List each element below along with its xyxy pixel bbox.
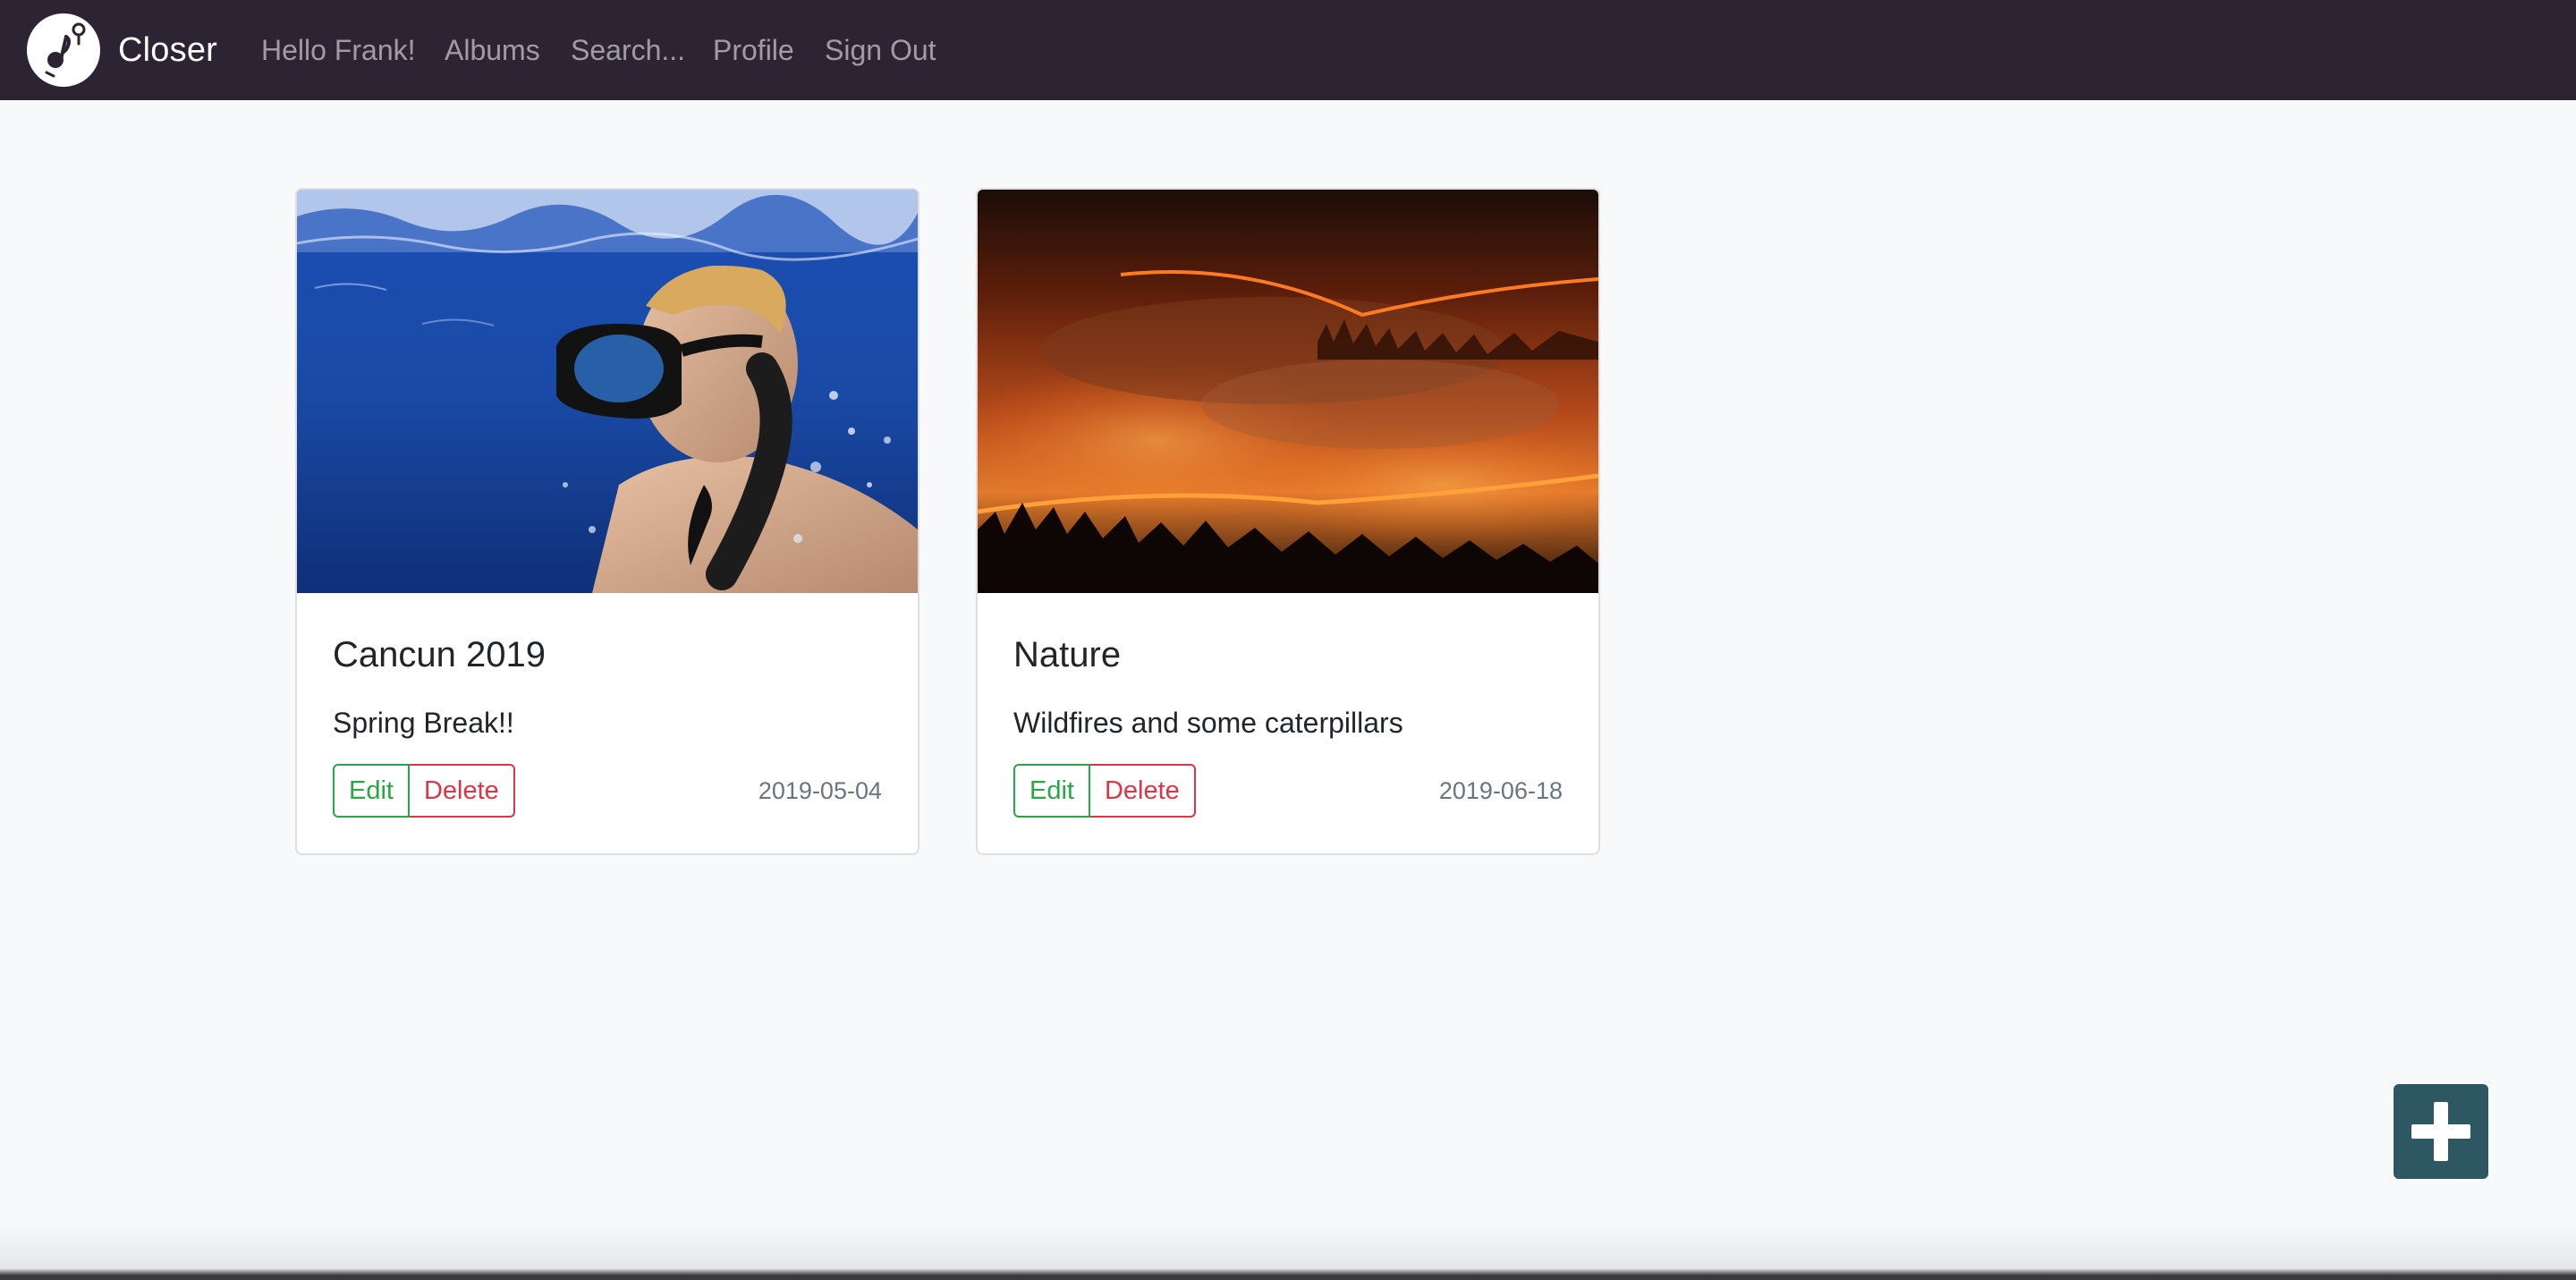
album-description: Wildfires and some caterpillars — [1013, 707, 1403, 739]
nav-link-hello-user[interactable]: Hello Frank! — [261, 29, 416, 72]
delete-album-button[interactable]: Delete — [409, 764, 515, 818]
nav-link-albums[interactable]: Albums — [445, 29, 540, 72]
edit-album-button[interactable]: Edit — [1013, 764, 1090, 818]
delete-album-button[interactable]: Delete — [1089, 764, 1196, 818]
nav-link-search[interactable]: Search... — [571, 29, 685, 72]
album-title: Cancun 2019 — [333, 635, 546, 674]
album-actions: Edit Delete — [1013, 764, 1196, 818]
nav-link-profile[interactable]: Profile — [713, 29, 794, 72]
album-date: 2019-05-04 — [758, 777, 882, 804]
brand-name[interactable]: Closer — [118, 27, 217, 73]
album-description: Spring Break!! — [333, 707, 514, 739]
edit-album-button[interactable]: Edit — [333, 764, 410, 818]
nav-link-sign-out[interactable]: Sign Out — [825, 29, 936, 72]
album-card: Cancun 2019 Spring Break!! Edit Delete 2… — [295, 188, 919, 855]
album-date: 2019-06-18 — [1438, 777, 1563, 804]
album-cover-image[interactable] — [978, 190, 1598, 593]
window-bottom-edge — [0, 1222, 2576, 1280]
album-cover-image[interactable] — [297, 190, 918, 593]
album-card: Nature Wildfires and some caterpillars E… — [976, 188, 1600, 855]
add-album-button[interactable] — [2394, 1084, 2488, 1179]
top-navbar: Closer Hello Frank! Albums Search... Pro… — [0, 0, 2576, 100]
album-title: Nature — [1013, 635, 1122, 674]
plus-icon — [2411, 1102, 2470, 1161]
brand-logo-icon[interactable] — [27, 13, 100, 87]
album-actions: Edit Delete — [333, 764, 515, 818]
